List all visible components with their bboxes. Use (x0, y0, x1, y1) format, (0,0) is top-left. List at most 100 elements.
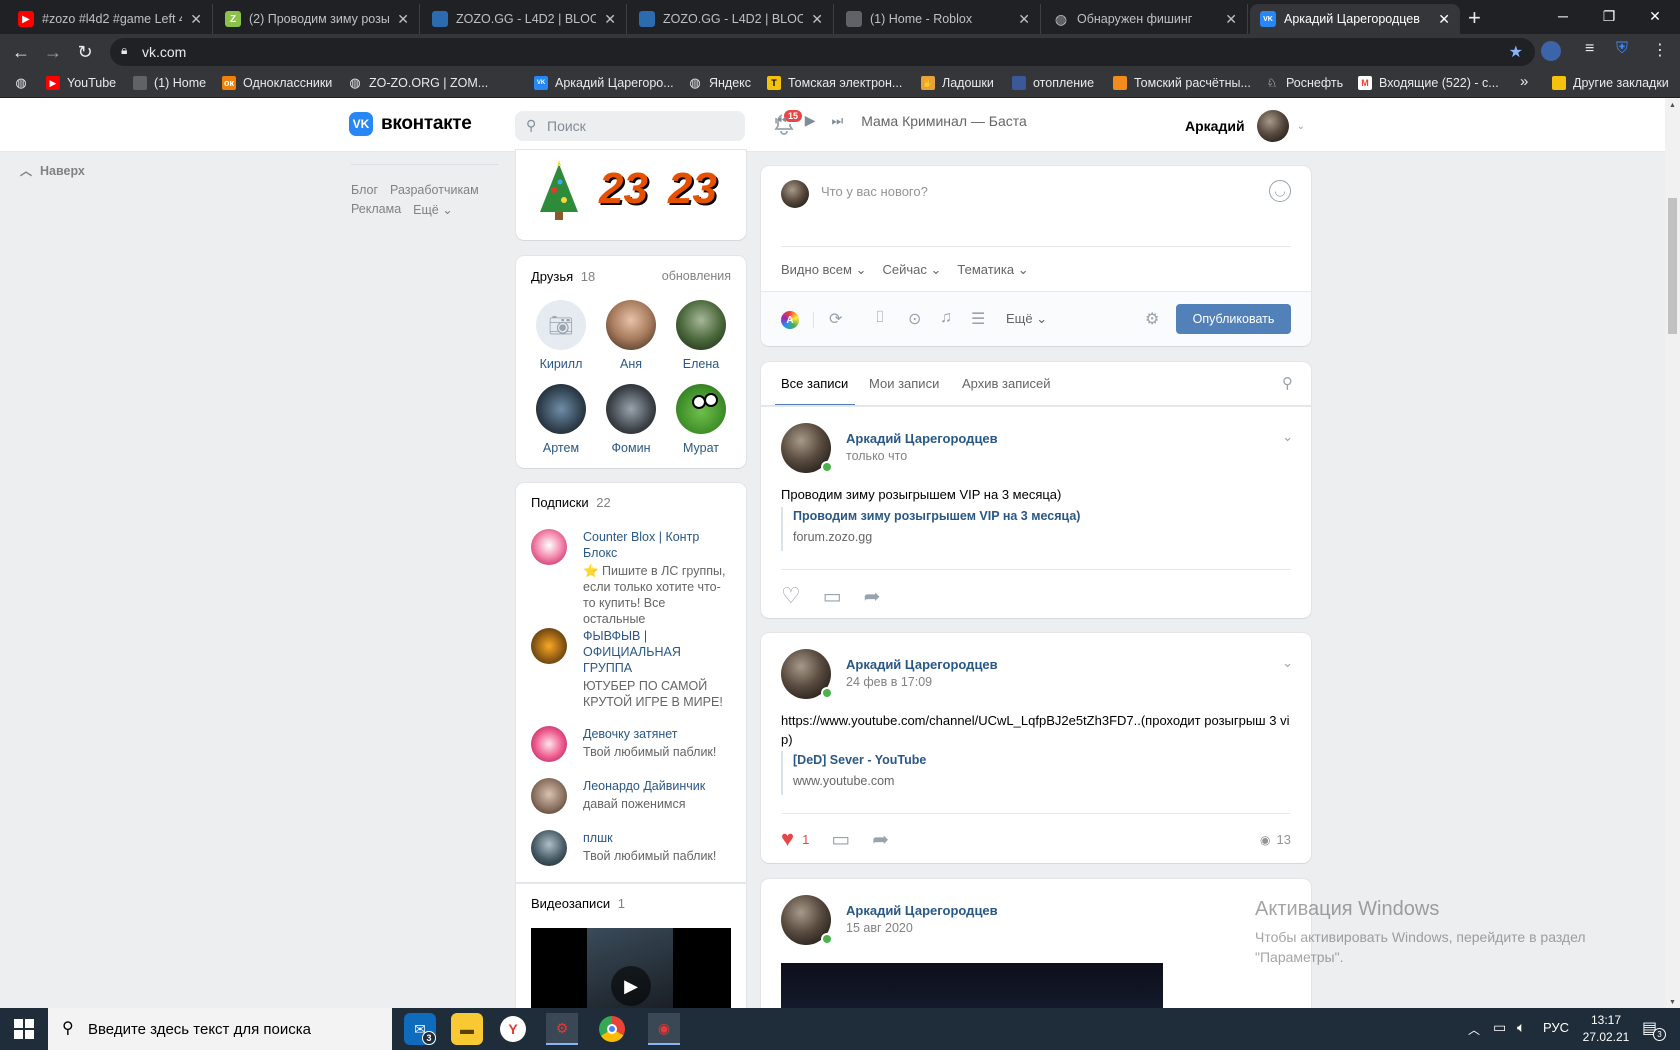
post-time[interactable]: только что (846, 449, 907, 463)
publish-button[interactable]: Опубликовать (1176, 304, 1291, 334)
friends-header[interactable]: Друзья 18 (531, 269, 595, 284)
time-select[interactable]: Сейчас ⌄ (882, 262, 941, 278)
chevron-down-icon[interactable]: ⌄ (1282, 655, 1293, 671)
share-icon[interactable]: ➦ (864, 584, 881, 609)
extension-icon[interactable] (1541, 41, 1561, 61)
bookmark-item[interactable]: отопление (1012, 76, 1094, 90)
close-icon[interactable]: ✕ (1225, 11, 1237, 28)
browser-tab[interactable]: ZOZO.GG - L4D2 | BLOOD ✕ (629, 4, 834, 34)
browser-tab[interactable]: ZOZO.GG - L4D2 | BLOOD ✕ (422, 4, 627, 34)
page-scrollbar[interactable]: ▲ ▼ (1665, 98, 1680, 1008)
gear-icon[interactable]: ⚙ (1145, 309, 1159, 329)
minimize-icon[interactable]: ─ (1540, 0, 1586, 32)
window-close-icon[interactable]: ✕ (1632, 0, 1678, 32)
like-icon[interactable]: ♡ (781, 583, 801, 609)
article-icon[interactable]: ☰ (971, 309, 985, 329)
post-time[interactable]: 24 фев в 17:09 (846, 675, 932, 689)
bookmark-item[interactable]: T Томская электрон... (767, 76, 902, 90)
footer-more[interactable]: Ещё ⌄ (413, 202, 453, 217)
post-media[interactable] (781, 963, 1163, 1008)
globe-icon[interactable]: ◍ (14, 75, 35, 90)
music-icon[interactable]: ♫ (940, 309, 952, 327)
gift-23-icon[interactable]: 23 (668, 164, 730, 220)
tab-my-posts[interactable]: Мои записи (869, 376, 939, 391)
christmas-tree-icon[interactable] (534, 160, 584, 222)
subscriptions-header[interactable]: Подписки 22 (531, 495, 611, 510)
media-control-icon[interactable]: ≡ (1585, 40, 1594, 58)
reload-icon[interactable]: ↻ (74, 42, 96, 63)
tab-all-posts[interactable]: Все записи (781, 376, 848, 391)
browser-tab-active[interactable]: VK Аркадий Царегородцев ✕ (1250, 4, 1460, 34)
subscription-item[interactable]: ФЫВФЫВ | ОФИЦИАЛЬНАЯ ГРУППА ЮТУБЕР ПО САМ… (531, 628, 731, 710)
back-icon[interactable]: ← (10, 42, 32, 63)
subscription-item[interactable]: Девочку затянет Твой любимый паблик! (531, 726, 731, 762)
poll-icon[interactable]: ⟳ (829, 309, 842, 329)
emoji-icon[interactable]: ◡ (1269, 180, 1291, 202)
scroll-up-icon[interactable]: ▲ (1669, 102, 1676, 109)
subscription-item[interactable]: плшк Твой любимый паблик! (531, 830, 731, 866)
link-attachment[interactable]: [DeD] Sever - YouTube www.youtube.com (781, 751, 926, 795)
notification-center-icon[interactable]: ▤ 3 (1642, 1018, 1666, 1041)
art-icon[interactable]: A (781, 311, 799, 329)
bookmark-item[interactable]: M Входящие (522) - с... (1358, 76, 1499, 90)
post-author[interactable]: Аркадий Царегородцев (846, 657, 998, 672)
chrome-icon[interactable] (599, 1016, 625, 1042)
friend-item[interactable]: Артем (526, 384, 596, 455)
post-author[interactable]: Аркадий Царегородцев (846, 903, 998, 918)
mail-icon[interactable]: ✉ 3 (404, 1013, 436, 1045)
post-time[interactable]: 15 авг 2020 (846, 921, 913, 935)
chevron-down-icon[interactable]: ⌄ (1282, 429, 1293, 445)
close-icon[interactable]: ✕ (190, 11, 202, 28)
comment-icon[interactable]: ▭ (831, 827, 850, 852)
friend-item[interactable]: Мурат (666, 384, 736, 455)
link-attachment[interactable]: Проводим зиму розыгрышем VIP на 3 месяца… (781, 507, 1080, 551)
close-icon[interactable]: ✕ (1018, 11, 1030, 28)
play-icon[interactable]: ▶ (805, 112, 816, 129)
star-icon[interactable]: ★ (1509, 42, 1523, 62)
chrome-app-icon[interactable]: ◉ (648, 1013, 680, 1045)
bookmark-item[interactable]: ◍ ZO-ZO.ORG | ZOM... (348, 75, 488, 90)
scrollbar-thumb[interactable] (1668, 198, 1677, 334)
vk-logo[interactable]: VK вконтакте (349, 112, 472, 136)
videos-header[interactable]: Видеозаписи 1 (531, 896, 625, 911)
new-tab-button[interactable]: + (1468, 5, 1481, 31)
restore-icon[interactable]: ❐ (1586, 0, 1632, 32)
windows-start-icon[interactable] (14, 1019, 34, 1039)
menu-icon[interactable]: ⋮ (1652, 40, 1668, 60)
gifts-block[interactable]: 23 23 (516, 150, 746, 240)
close-icon[interactable]: ✕ (811, 11, 823, 28)
bookmark-item[interactable]: ▶ YouTube (46, 76, 116, 90)
friend-item[interactable]: Елена (666, 300, 736, 371)
camera-icon[interactable]: ⌷ (875, 309, 885, 327)
back-to-top[interactable]: ︿ Наверх (20, 162, 85, 179)
browser-tab[interactable]: ▶ #zozo #l4d2 #game Left 4 ✕ (8, 4, 213, 34)
close-icon[interactable]: ✕ (604, 11, 616, 28)
forward-icon[interactable]: → (42, 42, 64, 63)
browser-tab[interactable]: ◍ Обнаружен фишинг ✕ (1043, 4, 1248, 34)
footer-link[interactable]: Реклама (351, 202, 401, 217)
subscription-item[interactable]: Леонардо Дайвинчик давай поженимся (531, 778, 731, 814)
footer-link[interactable]: Разработчикам (390, 183, 479, 197)
comment-icon[interactable]: ▭ (823, 584, 842, 609)
browser-tab[interactable]: Z (2) Проводим зиму розыгр ✕ (215, 4, 420, 34)
next-track-icon[interactable]: ⏭ (831, 113, 843, 129)
show-hidden-icons[interactable]: ︿ (1468, 1021, 1480, 1038)
now-playing[interactable]: Мама Криминал — Баста (861, 113, 1027, 129)
friend-item[interactable]: Аня (596, 300, 666, 371)
share-icon[interactable]: ➦ (872, 827, 889, 852)
tab-archive[interactable]: Архив записей (962, 376, 1051, 391)
user-menu[interactable]: Аркадий ⌄ (1185, 110, 1305, 142)
bookmark-item[interactable]: ок Одноклассники (222, 76, 332, 90)
taskbar-search-input[interactable]: ⚲ Введите здесь текст для поиска (48, 1008, 392, 1050)
bookmark-item[interactable]: (1) Home (133, 76, 206, 90)
search-icon[interactable]: ⚲ (1282, 374, 1293, 392)
play-icon[interactable]: ▶ (611, 966, 651, 1006)
url-input[interactable]: 🔒︎ vk.com ★ (110, 38, 1535, 66)
footer-link[interactable]: Блог (351, 183, 378, 197)
gift-23-icon[interactable]: 23 (599, 164, 661, 220)
bookmark-item[interactable]: ♘ Роснефть (1265, 76, 1343, 90)
gaming-app-icon[interactable]: ⚙ (546, 1013, 578, 1045)
scroll-down-icon[interactable]: ▼ (1669, 999, 1676, 1006)
video-icon[interactable]: ⊙ (908, 309, 921, 329)
more-attachments[interactable]: Ещё ⌄ (1006, 311, 1047, 327)
